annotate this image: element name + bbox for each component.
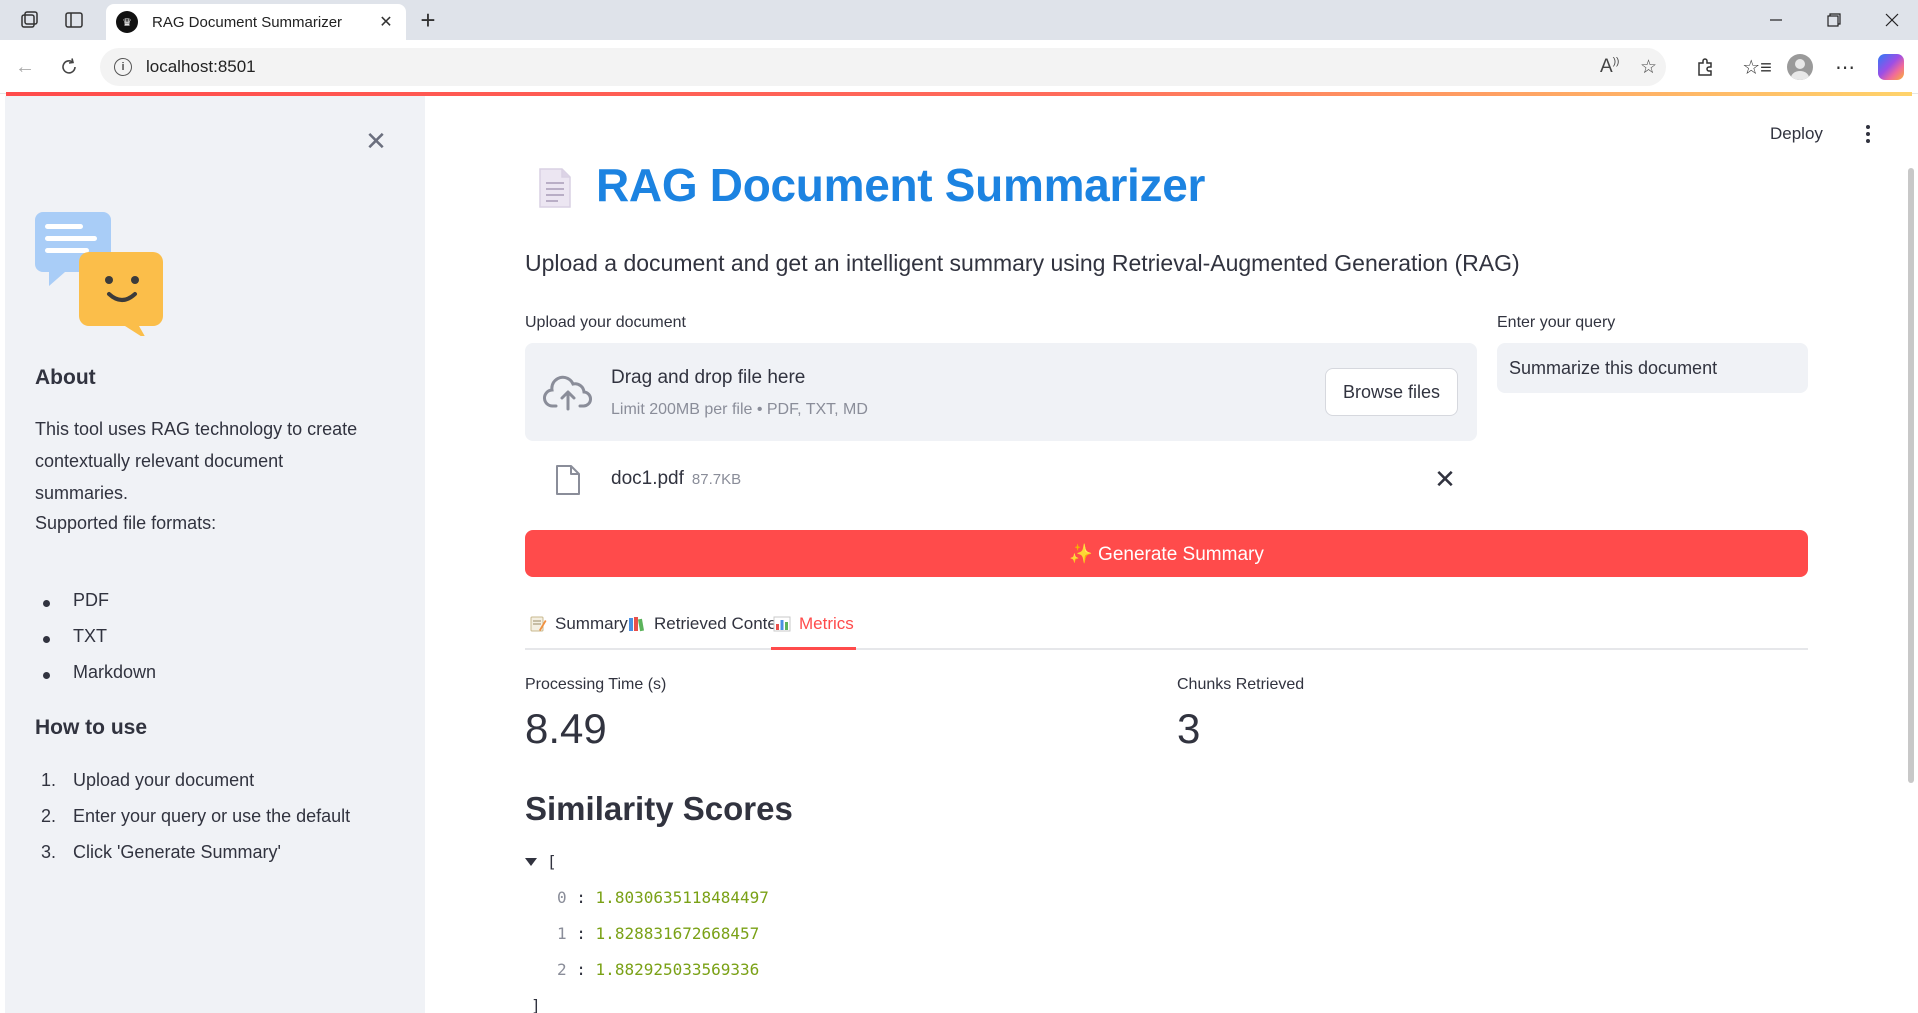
step-text: Upload your document bbox=[73, 770, 255, 790]
document-icon bbox=[539, 168, 571, 208]
streamlit-favicon-icon: ♛ bbox=[116, 11, 138, 33]
format-txt: TXT bbox=[73, 626, 107, 646]
generate-summary-button[interactable]: ✨ Generate Summary bbox=[525, 530, 1808, 577]
about-text: This tool uses RAG technology to create … bbox=[35, 419, 358, 503]
browser-tab-bar: ♛ RAG Document Summarizer ✕ + bbox=[0, 0, 1918, 40]
page-title: RAG Document Summarizer bbox=[596, 159, 1206, 211]
formats-label: Supported file formats: bbox=[35, 513, 217, 533]
tab-retrieved-context[interactable]: Retrieved Context bbox=[628, 614, 790, 650]
back-icon[interactable]: ← bbox=[12, 54, 38, 80]
browser-tab-active[interactable]: ♛ RAG Document Summarizer ✕ bbox=[106, 4, 406, 40]
metric-label-processing-time: Processing Time (s) bbox=[525, 676, 667, 693]
more-menu-icon[interactable]: ⋯ bbox=[1830, 52, 1860, 82]
similarity-score-value: 1.882925033569336 bbox=[595, 960, 760, 979]
about-heading: About bbox=[35, 366, 96, 389]
new-tab-icon[interactable]: + bbox=[414, 6, 442, 34]
step-text: Enter your query or use the default bbox=[73, 806, 351, 826]
howto-heading: How to use bbox=[35, 716, 148, 739]
scrollbar[interactable] bbox=[1908, 168, 1914, 783]
bar-chart-icon bbox=[773, 616, 791, 632]
copilot-icon[interactable] bbox=[1876, 52, 1906, 82]
similarity-score-value: 1.8030635118484497 bbox=[595, 888, 769, 907]
page-subtitle: Upload a document and get an intelligent… bbox=[525, 250, 1520, 276]
memo-icon bbox=[529, 616, 547, 632]
favorite-star-icon[interactable]: ☆ bbox=[1640, 56, 1657, 79]
url-bar[interactable]: i localhost:8501 bbox=[100, 48, 1666, 86]
uploaded-file-size: 87.7KB bbox=[691, 471, 742, 488]
query-input[interactable] bbox=[1497, 343, 1808, 393]
deploy-button[interactable]: Deploy bbox=[1770, 124, 1823, 144]
workspaces-icon[interactable] bbox=[18, 8, 42, 32]
favorites-icon[interactable]: ☆≡ bbox=[1742, 52, 1772, 82]
minimize-window-icon[interactable] bbox=[1756, 6, 1796, 34]
query-label: Enter your query bbox=[1497, 314, 1616, 331]
uploaded-file: doc1.pdf 87.7KB bbox=[611, 468, 741, 490]
list-item: 3. Click 'Generate Summary' bbox=[41, 842, 281, 862]
main-menu-icon[interactable] bbox=[1858, 122, 1878, 146]
browser-address-bar: ← i localhost:8501 A)) ☆ ☆≡ ⋯ bbox=[0, 40, 1918, 94]
file-dropzone[interactable]: Drag and drop file here Limit 200MB per … bbox=[525, 343, 1477, 441]
json-item-row: 1 : 1.828831672668457 bbox=[557, 924, 760, 943]
metric-value-processing-time: 8.49 bbox=[525, 705, 607, 752]
tab-actions-icon[interactable] bbox=[62, 8, 86, 32]
format-pdf: PDF bbox=[73, 590, 109, 610]
dropzone-text: Drag and drop file here bbox=[611, 367, 806, 388]
browser-tab-title: RAG Document Summarizer bbox=[152, 13, 343, 31]
read-aloud-icon[interactable]: A)) bbox=[1600, 56, 1619, 78]
uploaded-file-name: doc1.pdf bbox=[611, 468, 684, 489]
tab-summary[interactable]: Summary bbox=[529, 614, 628, 650]
list-item: 1. Upload your document bbox=[41, 770, 255, 790]
sidebar: ✕ About This tool uses RAG technology to… bbox=[5, 96, 425, 1013]
books-icon bbox=[628, 616, 646, 632]
refresh-icon[interactable] bbox=[56, 54, 82, 80]
json-item-row: 2 : 1.882925033569336 bbox=[557, 960, 760, 979]
chat-bubbles-logo-icon bbox=[35, 212, 163, 336]
list-item: 2. Enter your query or use the default bbox=[41, 806, 351, 826]
browse-files-button[interactable]: Browse files bbox=[1325, 368, 1458, 416]
cloud-upload-icon bbox=[543, 375, 592, 411]
tab-metrics[interactable]: Metrics bbox=[771, 614, 856, 650]
similarity-score-value: 1.828831672668457 bbox=[595, 924, 760, 943]
dropzone-limit-text: Limit 200MB per file • PDF, TXT, MD bbox=[611, 401, 868, 418]
upload-label: Upload your document bbox=[525, 314, 686, 331]
close-window-icon[interactable] bbox=[1872, 6, 1912, 34]
file-icon bbox=[556, 465, 580, 495]
json-open-bracket: [ bbox=[547, 852, 557, 871]
format-markdown: Markdown bbox=[73, 662, 157, 682]
result-tabs: Summary Retrieved Context Metrics bbox=[525, 608, 1808, 650]
restore-window-icon[interactable] bbox=[1814, 6, 1854, 34]
remove-file-icon[interactable]: ✕ bbox=[1432, 464, 1458, 494]
step-text: Click 'Generate Summary' bbox=[73, 842, 281, 862]
url-text: localhost:8501 bbox=[146, 57, 256, 76]
collapse-toggle-icon[interactable] bbox=[525, 858, 537, 866]
close-tab-icon[interactable]: ✕ bbox=[376, 12, 396, 32]
similarity-heading: Similarity Scores bbox=[525, 790, 793, 827]
close-sidebar-icon[interactable]: ✕ bbox=[361, 126, 391, 156]
site-info-icon[interactable]: i bbox=[114, 58, 132, 76]
json-close-bracket: ] bbox=[531, 996, 541, 1013]
profile-avatar[interactable] bbox=[1785, 52, 1815, 82]
extensions-icon[interactable] bbox=[1690, 52, 1720, 82]
metric-label-chunks: Chunks Retrieved bbox=[1177, 676, 1305, 693]
metric-value-chunks: 3 bbox=[1177, 705, 1201, 752]
json-item-row: 0 : 1.8030635118484497 bbox=[557, 888, 769, 907]
